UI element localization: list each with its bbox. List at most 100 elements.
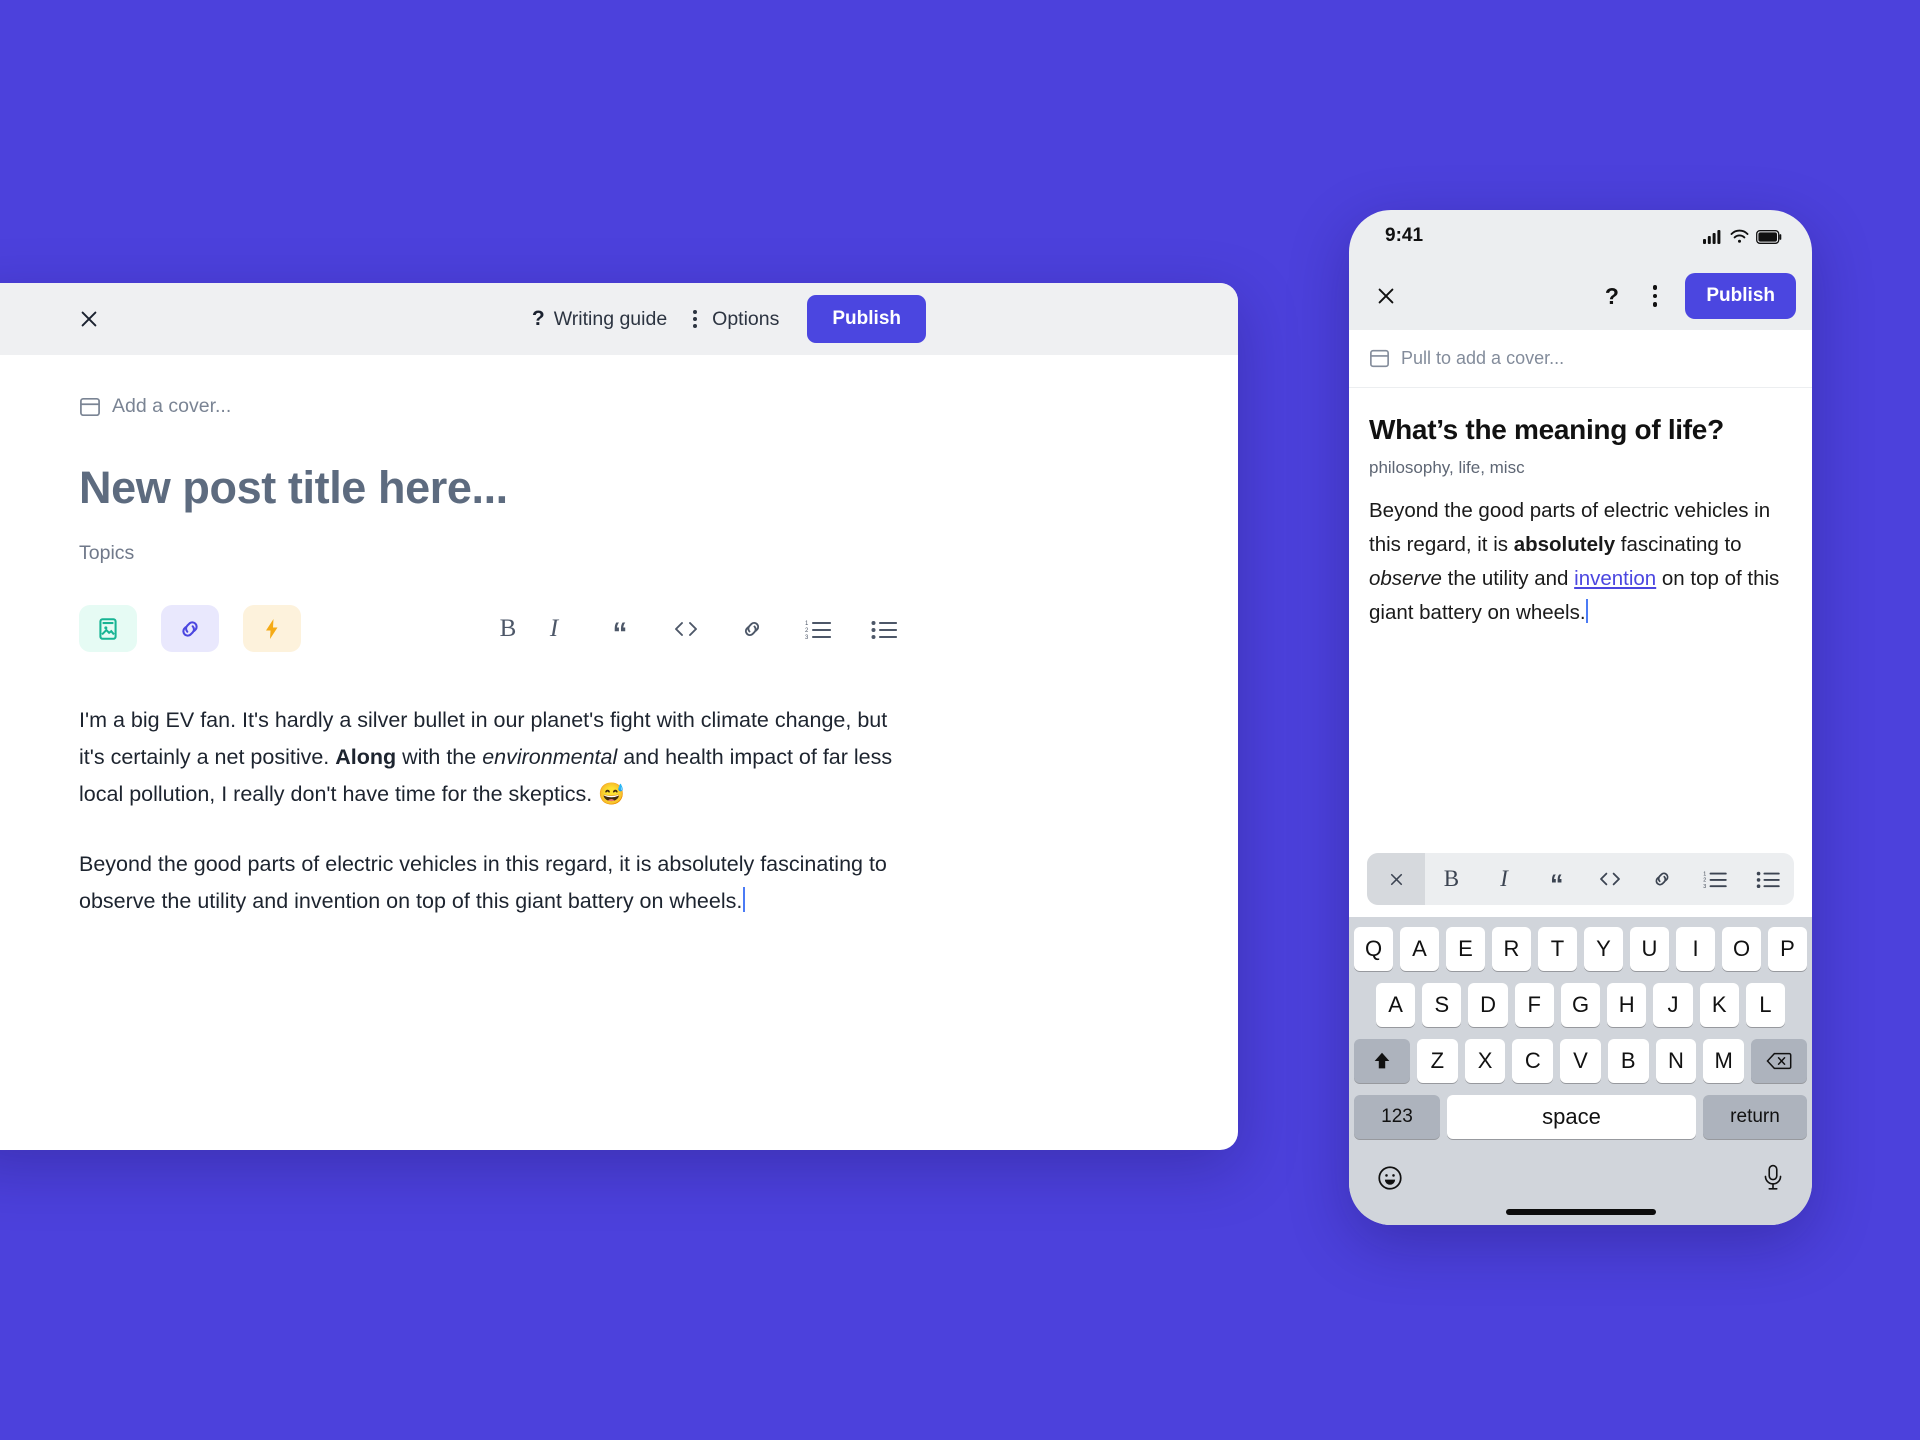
key-e[interactable]: E — [1446, 927, 1485, 971]
key-r[interactable]: R — [1492, 927, 1531, 971]
desktop-text-tools: B I “ 1 2 3 — [485, 609, 907, 649]
add-cover-button[interactable]: Add a cover... — [79, 395, 231, 418]
key-o[interactable]: O — [1722, 927, 1761, 971]
svg-text:2: 2 — [1703, 878, 1706, 884]
key-k[interactable]: K — [1699, 983, 1739, 1027]
key-f[interactable]: F — [1514, 983, 1554, 1027]
key-x[interactable]: X — [1464, 1039, 1506, 1083]
key-s[interactable]: S — [1422, 983, 1462, 1027]
key-t[interactable]: T — [1538, 927, 1577, 971]
key-p[interactable]: P — [1768, 927, 1807, 971]
code-button[interactable] — [663, 609, 709, 649]
link-button[interactable] — [1636, 853, 1689, 905]
key-i[interactable]: I — [1676, 927, 1715, 971]
code-button[interactable] — [1583, 853, 1636, 905]
key-d[interactable]: D — [1468, 983, 1508, 1027]
phone-header-actions: ? Publish — [1599, 273, 1796, 319]
status-icons — [1703, 229, 1782, 244]
key-y[interactable]: Y — [1584, 927, 1623, 971]
close-icon[interactable] — [1371, 281, 1401, 311]
add-cover-label: Add a cover... — [112, 395, 232, 417]
paragraph-2: Beyond the good parts of electric vehicl… — [79, 846, 909, 920]
emoji-smiley-icon[interactable] — [1376, 1164, 1404, 1197]
p1-part2: with the — [396, 745, 483, 769]
key-h[interactable]: H — [1607, 983, 1647, 1027]
italic-button[interactable]: I — [1478, 853, 1531, 905]
post-title-input[interactable]: New post title here... — [79, 462, 1238, 514]
onscreen-keyboard: Q A E R T Y U I O P A S D F G H J K L Z — [1349, 917, 1812, 1225]
key-b[interactable]: B — [1607, 1039, 1649, 1083]
shift-up-icon — [1374, 1052, 1390, 1069]
space-key[interactable]: space — [1447, 1095, 1696, 1139]
close-icon[interactable] — [76, 306, 102, 332]
bolt-chip[interactable] — [243, 605, 301, 652]
numbers-key[interactable]: 123 — [1354, 1095, 1440, 1139]
text-cursor — [743, 887, 746, 912]
key-a-top[interactable]: A — [1400, 927, 1439, 971]
bold-button[interactable]: B — [485, 609, 531, 649]
key-a[interactable]: A — [1376, 983, 1416, 1027]
image-icon — [99, 617, 117, 640]
writing-guide-button[interactable]: ? Writing guide — [522, 301, 677, 337]
numbered-list-button[interactable]: 1 2 3 — [795, 609, 841, 649]
pb-part2: fascinating to — [1615, 533, 1742, 556]
writing-guide-label: Writing guide — [553, 307, 668, 330]
kebab-menu-icon[interactable] — [1645, 285, 1666, 307]
close-format-button[interactable] — [1367, 853, 1425, 905]
numbered-list-button[interactable]: 1 2 3 — [1689, 853, 1742, 905]
return-key[interactable]: return — [1703, 1095, 1807, 1139]
pull-to-add-cover-button[interactable]: Pull to add a cover... — [1349, 330, 1812, 388]
invention-link[interactable]: invention — [1574, 567, 1656, 590]
key-n[interactable]: N — [1655, 1039, 1697, 1083]
backspace-icon — [1766, 1052, 1792, 1070]
keyboard-row-4: 123 space return — [1354, 1095, 1807, 1139]
text-cursor — [1585, 599, 1588, 623]
p1-bold: Along — [335, 745, 397, 769]
key-q[interactable]: Q — [1354, 927, 1393, 971]
keyboard-bottom-row — [1354, 1151, 1807, 1203]
pb-bold: absolutely — [1513, 533, 1616, 556]
phone-post-title[interactable]: What’s the meaning of life? — [1369, 414, 1792, 446]
key-u[interactable]: U — [1630, 927, 1669, 971]
p2-text: Beyond the good parts of electric vehicl… — [79, 852, 887, 913]
publish-button[interactable]: Publish — [807, 295, 926, 343]
desktop-topbar-actions: ? Writing guide Options Publish — [522, 295, 1214, 343]
key-l[interactable]: L — [1745, 983, 1785, 1027]
help-button[interactable]: ? — [1599, 283, 1625, 310]
publish-button[interactable]: Publish — [1685, 273, 1796, 319]
options-button[interactable]: Options — [677, 302, 789, 337]
key-j[interactable]: J — [1653, 983, 1693, 1027]
question-mark-icon: ? — [531, 307, 545, 330]
key-v[interactable]: V — [1560, 1039, 1601, 1083]
key-z[interactable]: Z — [1416, 1039, 1458, 1083]
bullet-list-button[interactable] — [1741, 853, 1794, 905]
phone-format-toolbar: B I “ 1 2 3 — [1367, 853, 1794, 905]
bullet-list-icon — [1756, 871, 1780, 888]
phone-editor-content: Pull to add a cover... What’s the meanin… — [1349, 330, 1812, 917]
post-body-editor[interactable]: I'm a big EV fan. It's hardly a silver b… — [79, 702, 909, 920]
image-chip[interactable] — [79, 605, 137, 652]
italic-button[interactable]: I — [531, 609, 577, 649]
battery-icon — [1756, 229, 1782, 244]
phone-post-topics[interactable]: philosophy, life, misc — [1369, 458, 1792, 478]
topics-input[interactable]: Topics — [79, 542, 1238, 565]
key-m[interactable]: M — [1703, 1039, 1745, 1083]
link-button[interactable] — [729, 609, 775, 649]
quote-button[interactable]: “ — [1530, 853, 1583, 905]
quote-button[interactable]: “ — [597, 609, 643, 649]
phone-post-body[interactable]: Beyond the good parts of electric vehicl… — [1369, 494, 1792, 630]
backspace-key[interactable] — [1751, 1039, 1808, 1083]
link-chip[interactable] — [161, 605, 219, 652]
bullet-list-button[interactable] — [861, 609, 907, 649]
shift-key[interactable] — [1353, 1039, 1410, 1083]
bold-button[interactable]: B — [1425, 853, 1478, 905]
key-c[interactable]: C — [1512, 1039, 1554, 1083]
desktop-topbar: ? Writing guide Options Publish — [0, 283, 1238, 355]
bullet-list-icon — [871, 620, 897, 639]
key-g[interactable]: G — [1560, 983, 1601, 1027]
phone-header: ? Publish — [1349, 262, 1812, 330]
svg-text:3: 3 — [805, 635, 809, 639]
options-label: Options — [712, 307, 780, 330]
svg-text:1: 1 — [1703, 871, 1706, 877]
microphone-icon[interactable] — [1761, 1164, 1785, 1197]
